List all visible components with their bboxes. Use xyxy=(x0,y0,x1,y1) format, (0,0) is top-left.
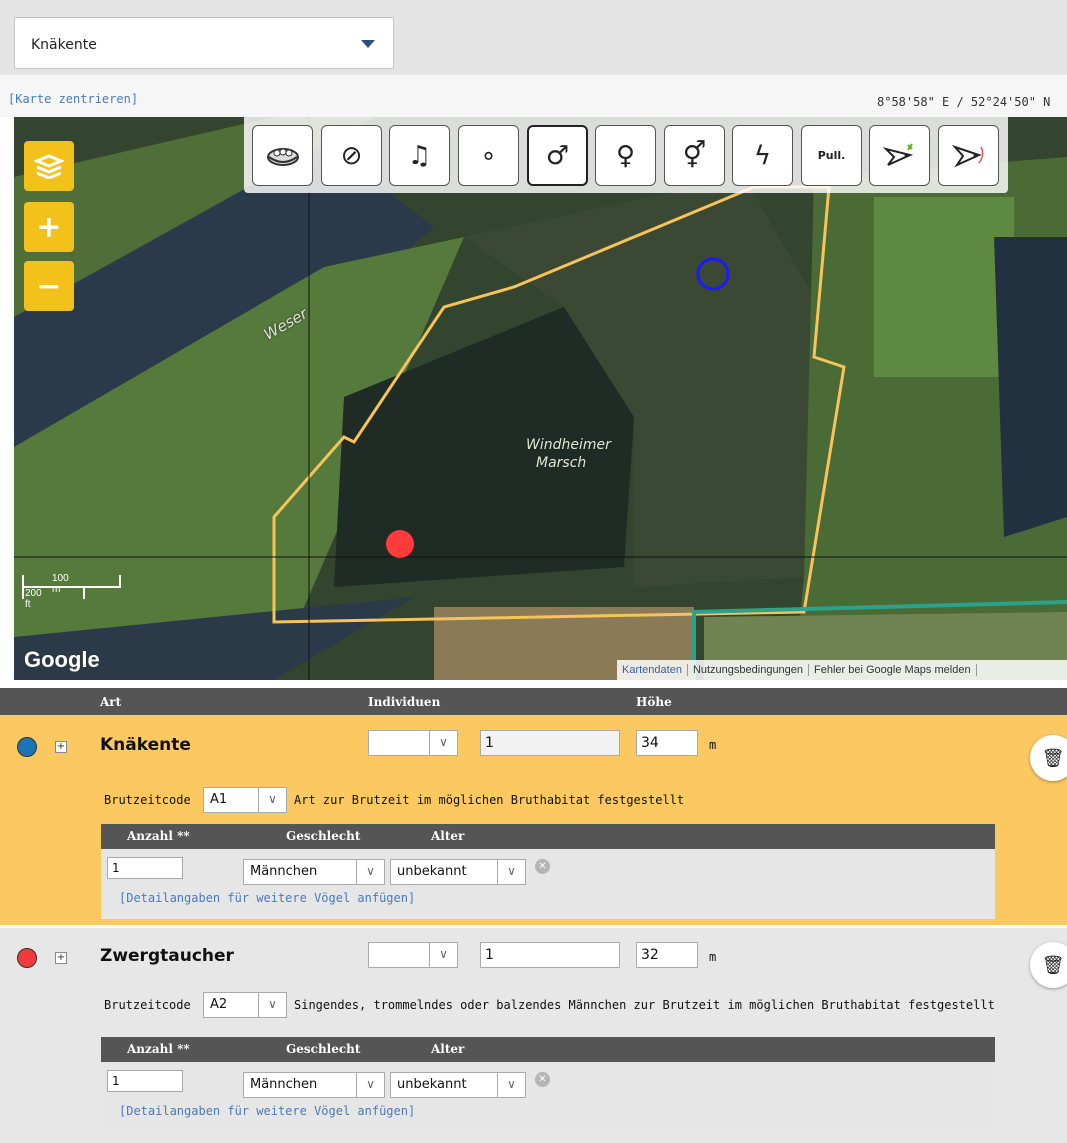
species-color-dot xyxy=(17,737,37,757)
expand-icon[interactable]: + xyxy=(55,952,67,964)
pair-icon[interactable]: ⚥ xyxy=(664,125,725,186)
report-error-link[interactable]: Fehler bei Google Maps melden xyxy=(809,664,977,676)
brutzeitcode-description: Art zur Brutzeit im möglichen Bruthabita… xyxy=(294,793,685,807)
map-data-link[interactable]: Kartendaten xyxy=(617,664,688,676)
zwergtaucher-marker[interactable] xyxy=(386,530,414,558)
header-alter: Alter xyxy=(431,829,465,843)
remove-detail-icon[interactable]: ✕ xyxy=(535,859,550,874)
height-unit: m xyxy=(709,738,717,752)
individuen-type-select[interactable]: ∨ xyxy=(368,942,458,968)
header-individuen: Individuen xyxy=(368,695,441,709)
brutzeitcode-value: A1 xyxy=(210,792,228,807)
chevron-down-icon[interactable] xyxy=(361,40,375,48)
warning-icon[interactable]: ϟ xyxy=(732,125,793,186)
song-icon[interactable]: ♫ xyxy=(389,125,450,186)
observation-row: + Knäkente ∨ 1 34 m 🗑 Brutzeitcode A1 ∨ … xyxy=(0,715,1067,925)
species-name: Zwergtaucher xyxy=(100,946,234,966)
header-alter: Alter xyxy=(431,1042,465,1056)
layers-icon[interactable] xyxy=(24,141,74,191)
observation-row: + Zwergtaucher ∨ 1 32 m 🗑 Brutzeitcode A… xyxy=(0,928,1067,1143)
map-footer: Kartendaten Nutzungsbedingungen Fehler b… xyxy=(617,660,1067,680)
none-icon[interactable]: ⊘ xyxy=(321,125,382,186)
geschlecht-select[interactable]: Männchen ∨ xyxy=(243,1072,385,1098)
google-logo: Google xyxy=(24,647,100,672)
geschlecht-value: Männchen xyxy=(250,1077,318,1092)
chevron-down-icon[interactable]: ∨ xyxy=(356,860,384,884)
scale-feet: 200 ft xyxy=(25,588,42,610)
chevron-down-icon[interactable]: ∨ xyxy=(497,860,525,884)
header-art: Art xyxy=(100,695,122,709)
anzahl-input[interactable]: 1 xyxy=(107,857,183,879)
brutzeitcode-select[interactable]: A2 ∨ xyxy=(203,992,287,1018)
height-unit: m xyxy=(709,950,717,964)
alter-value: unbekannt xyxy=(397,864,467,879)
header-anzahl: Anzahl ** xyxy=(127,1042,190,1056)
zoom-in-icon[interactable]: + xyxy=(24,202,74,252)
delete-icon[interactable]: 🗑 xyxy=(1030,735,1067,781)
detail-table-body: 1 Männchen ∨ unbekannt ∨ ✕ [Detailangabe… xyxy=(101,849,995,919)
chevron-down-icon[interactable]: ∨ xyxy=(497,1073,525,1097)
individuen-type-select[interactable]: ∨ xyxy=(368,730,458,756)
flying-icon[interactable] xyxy=(938,125,999,186)
chevron-down-icon[interactable]: ∨ xyxy=(429,943,457,967)
header-hoehe: Höhe xyxy=(636,695,672,709)
height-input[interactable]: 34 xyxy=(636,730,698,756)
header-geschlecht: Geschlecht xyxy=(286,829,361,843)
observation-table-header: Art Individuen Höhe xyxy=(0,688,1067,715)
brutzeitcode-description: Singendes, trommelndes oder balzendes Mä… xyxy=(294,998,995,1012)
species-select-value: Knäkente xyxy=(31,37,97,53)
species-name: Knäkente xyxy=(100,735,191,755)
chevron-down-icon[interactable]: ∨ xyxy=(429,731,457,755)
satellite-map[interactable]: Weser Windheimer Marsch xyxy=(14,117,1067,680)
header-anzahl: Anzahl ** xyxy=(127,829,190,843)
female-icon[interactable]: ♀ xyxy=(595,125,656,186)
species-color-dot xyxy=(17,948,37,968)
anzahl-input[interactable]: 1 xyxy=(107,1070,183,1092)
alter-select[interactable]: unbekannt ∨ xyxy=(390,859,526,885)
height-input[interactable]: 32 xyxy=(636,942,698,968)
individuen-count-input[interactable]: 1 xyxy=(480,730,620,756)
add-detail-link[interactable]: [Detailangaben für weitere Vögel anfügen… xyxy=(119,891,415,905)
cursor-coordinates: 8°58'58" E / 52°24'50" N xyxy=(877,95,1051,109)
chevron-down-icon[interactable]: ∨ xyxy=(258,788,286,812)
detail-table-header: Anzahl ** Geschlecht Alter xyxy=(101,824,995,849)
zoom-out-icon[interactable]: − xyxy=(24,261,74,311)
detail-table-header: Anzahl ** Geschlecht Alter xyxy=(101,1037,995,1062)
center-map-link[interactable]: [Karte zentrieren] xyxy=(8,92,138,106)
unspecified-icon[interactable]: ∘ xyxy=(458,125,519,186)
brutzeitcode-select[interactable]: A1 ∨ xyxy=(203,787,287,813)
observation-toolbar: ⊘ ♫ ∘ ♂ ♀ ⚥ ϟ Pull. xyxy=(244,117,1008,193)
nest-icon[interactable] xyxy=(252,125,313,186)
geschlecht-value: Männchen xyxy=(250,864,318,879)
terms-link[interactable]: Nutzungsbedingungen xyxy=(688,664,810,676)
place-label-line1: Windheimer xyxy=(526,437,611,453)
add-detail-link[interactable]: [Detailangaben für weitere Vögel anfügen… xyxy=(119,1104,415,1118)
alter-select[interactable]: unbekannt ∨ xyxy=(390,1072,526,1098)
pullus-label: Pull. xyxy=(817,149,846,162)
remove-detail-icon[interactable]: ✕ xyxy=(535,1072,550,1087)
scale-meters: 100 m xyxy=(52,573,69,595)
alter-value: unbekannt xyxy=(397,1077,467,1092)
chevron-down-icon[interactable]: ∨ xyxy=(258,993,286,1017)
brutzeitcode-label: Brutzeitcode xyxy=(104,998,191,1012)
individuen-count-input[interactable]: 1 xyxy=(480,942,620,968)
flying-food-icon[interactable] xyxy=(869,125,930,186)
chevron-down-icon[interactable]: ∨ xyxy=(356,1073,384,1097)
species-select[interactable]: Knäkente xyxy=(14,17,394,69)
male-icon[interactable]: ♂ xyxy=(527,125,588,186)
delete-icon[interactable]: 🗑 xyxy=(1030,942,1067,988)
map-imagery xyxy=(14,117,1067,680)
brutzeitcode-value: A2 xyxy=(210,997,228,1012)
expand-icon[interactable]: + xyxy=(55,741,67,753)
header-geschlecht: Geschlecht xyxy=(286,1042,361,1056)
brutzeitcode-label: Brutzeitcode xyxy=(104,793,191,807)
geschlecht-select[interactable]: Männchen ∨ xyxy=(243,859,385,885)
pullus-button[interactable]: Pull. xyxy=(801,125,862,186)
place-label-line2: Marsch xyxy=(536,455,587,471)
detail-table-body: 1 Männchen ∨ unbekannt ∨ ✕ [Detailangabe… xyxy=(101,1062,995,1132)
